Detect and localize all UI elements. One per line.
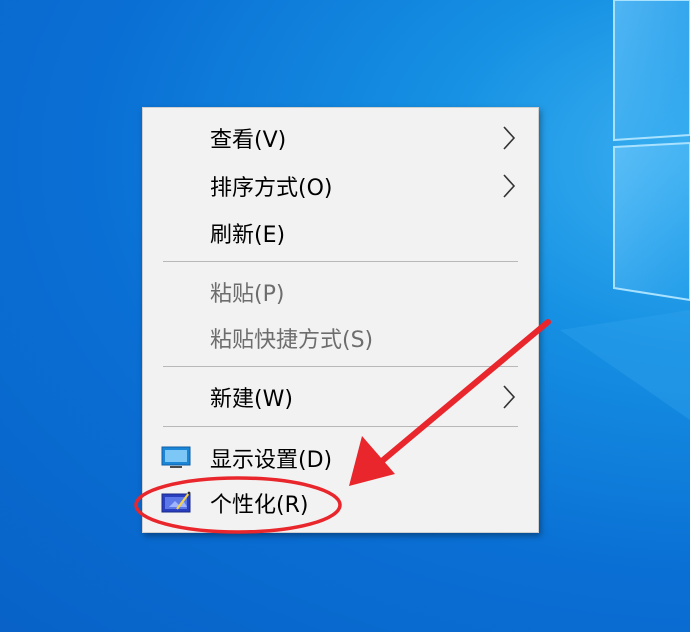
menu-item-sort-by[interactable]: 排序方式(O) (143, 164, 538, 208)
menu-item-view[interactable]: 查看(V) (143, 116, 538, 160)
personalize-icon (161, 491, 191, 513)
menu-item-display-settings[interactable]: 显示设置(D) (143, 436, 538, 480)
menu-item-label: 查看(V) (210, 128, 287, 153)
chevron-right-icon (503, 126, 516, 150)
menu-item-new[interactable]: 新建(W) (143, 375, 538, 419)
chevron-right-icon (503, 174, 516, 198)
menu-item-personalize[interactable]: 个性化(R) (143, 481, 538, 525)
menu-item-label: 刷新(E) (210, 223, 286, 248)
menu-item-label: 新建(W) (210, 387, 293, 412)
desktop-context-menu: 查看(V) 排序方式(O) 刷新(E) 粘贴(P) 粘贴快捷方式(S) 新建(W… (142, 107, 539, 533)
menu-item-paste[interactable]: 粘贴(P) (143, 270, 538, 314)
menu-separator (163, 261, 518, 262)
menu-item-label: 粘贴快捷方式(S) (210, 328, 374, 353)
chevron-right-icon (503, 385, 516, 409)
menu-item-label: 粘贴(P) (210, 282, 285, 307)
menu-item-label: 个性化(R) (210, 493, 309, 518)
menu-separator (163, 426, 518, 427)
menu-separator (163, 366, 518, 367)
menu-item-label: 显示设置(D) (210, 448, 333, 473)
display-settings-icon (161, 446, 191, 468)
menu-item-paste-shortcut[interactable]: 粘贴快捷方式(S) (143, 316, 538, 360)
menu-item-refresh[interactable]: 刷新(E) (143, 211, 538, 255)
menu-item-label: 排序方式(O) (210, 176, 333, 201)
